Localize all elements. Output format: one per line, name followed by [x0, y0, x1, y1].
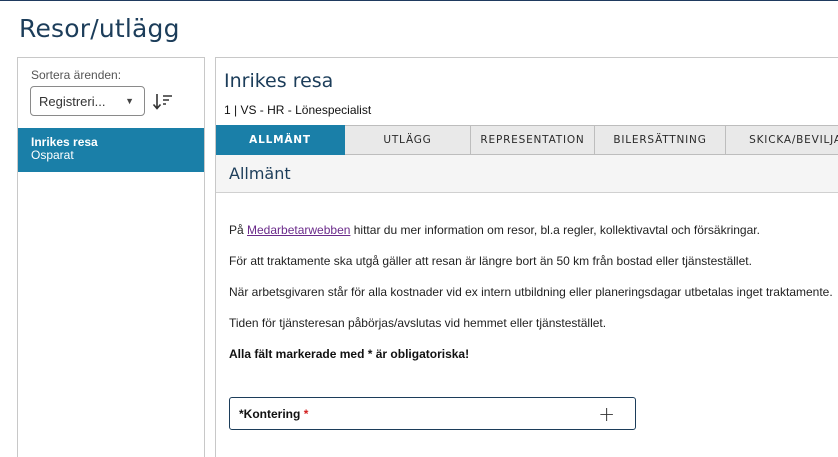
page-title: Resor/utlägg — [19, 14, 180, 43]
medarbetarwebben-link[interactable]: Medarbetarwebben — [247, 223, 350, 237]
tab-utlagg[interactable]: UTLÄGG — [345, 125, 471, 155]
tab-representation[interactable]: REPRESENTATION — [471, 125, 595, 155]
tab-allmant[interactable]: ALLMÄNT — [216, 125, 345, 155]
sort-dropdown[interactable]: Registreri... ▼ — [30, 86, 145, 116]
sort-label: Sortera ärenden: — [31, 68, 122, 82]
info-text: hittar du mer information om resor, bl.a… — [350, 223, 760, 237]
info-line-kostnader: När arbetsgivaren står för alla kostnade… — [229, 285, 833, 299]
required-fields-note: Alla fält markerade med * är obligatoris… — [229, 347, 470, 361]
required-marker: * — [303, 407, 309, 421]
section-header: Allmänt — [216, 155, 838, 193]
sort-dropdown-value: Registreri... — [39, 93, 106, 109]
case-list-panel: Sortera ärenden: Registreri... ▼ Inrikes… — [17, 57, 205, 457]
section-title: Allmänt — [229, 164, 291, 183]
sort-descending-icon[interactable] — [152, 91, 174, 113]
kontering-label: *Kontering * — [239, 407, 308, 421]
info-line-traktamente: För att traktamente ska utgå gäller att … — [229, 254, 752, 268]
kontering-accordion[interactable]: *Kontering * + — [229, 397, 636, 430]
case-list-item[interactable]: Inrikes resa Osparat — [18, 128, 204, 172]
kontering-label-text: *Kontering — [239, 407, 301, 421]
top-border — [0, 0, 838, 1]
tab-skicka-bevilja[interactable]: SKICKA/BEVILJA — [726, 125, 838, 155]
info-text: På — [229, 223, 248, 237]
case-title: Inrikes resa — [224, 70, 334, 92]
tab-bar: ALLMÄNT UTLÄGG REPRESENTATION BILERSÄTTN… — [216, 125, 838, 155]
case-subtitle: 1 | VS - HR - Lönespecialist — [224, 103, 372, 117]
case-item-status: Osparat — [31, 148, 74, 162]
info-line-tid: Tiden för tjänsteresan påbörjas/avslutas… — [229, 316, 607, 330]
chevron-down-icon: ▼ — [125, 96, 134, 106]
case-detail-panel: Inrikes resa 1 | VS - HR - Lönespecialis… — [215, 57, 838, 457]
info-line-medarbetarwebben: På Medarbetarwebben hittar du mer inform… — [229, 223, 760, 237]
tab-bilersattning[interactable]: BILERSÄTTNING — [595, 125, 726, 155]
plus-icon[interactable]: + — [598, 402, 615, 426]
